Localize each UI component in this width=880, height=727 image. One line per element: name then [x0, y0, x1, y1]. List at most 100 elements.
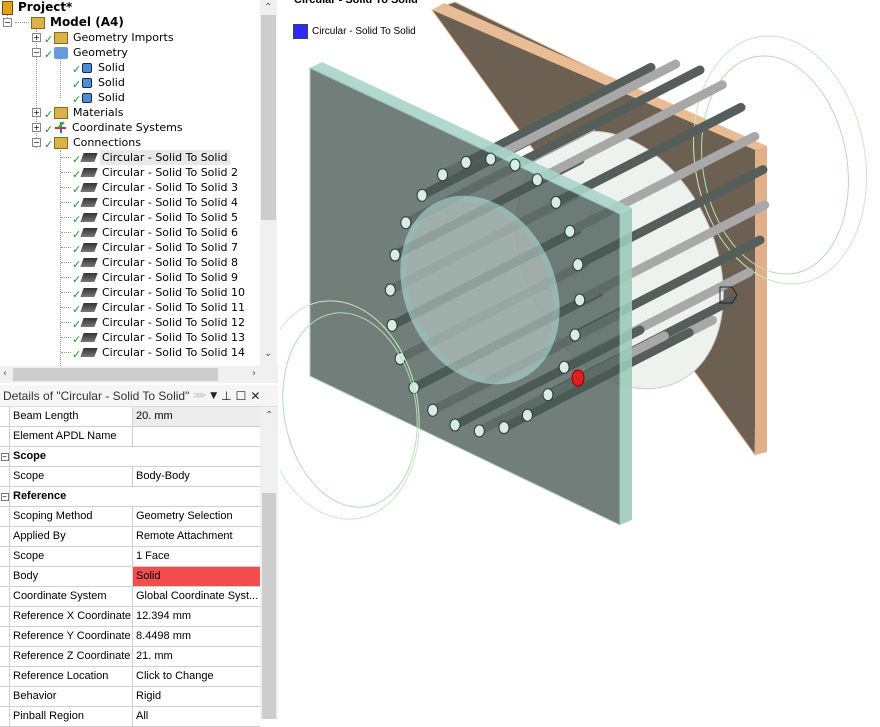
bolt-hole[interactable]	[437, 168, 449, 182]
details-section-reference[interactable]: − Reference	[0, 487, 260, 507]
tree-item-project[interactable]: Project*	[2, 0, 74, 15]
bolt-hole[interactable]	[400, 216, 412, 230]
bolt-hole[interactable]	[460, 155, 472, 169]
details-row[interactable]: Scoping Method Geometry Selection	[0, 507, 260, 527]
tree-item-connection[interactable]: ✓ Circular - Solid To Solid 11	[72, 300, 247, 316]
bolt-hole[interactable]	[564, 224, 576, 238]
graphics-viewport[interactable]: Circular - Solid To Solid Circular - Sol…	[280, 0, 880, 719]
close-icon[interactable]: ✕	[250, 389, 260, 403]
tree-scroll-thumb[interactable]	[261, 15, 276, 220]
details-row[interactable]: Scope Body-Body	[0, 467, 260, 487]
bolt-hole[interactable]	[531, 173, 543, 187]
tree-item-connection[interactable]: ✓ Circular - Solid To Solid 12	[72, 315, 247, 331]
details-row[interactable]: Coordinate System Global Coordinate Syst.…	[0, 587, 260, 607]
tree-item-connection[interactable]: ✓ Circular - Solid To Solid 8	[72, 255, 240, 271]
details-row[interactable]: Scope 1 Face	[0, 547, 260, 567]
property-value[interactable]: Click to Change	[133, 667, 260, 686]
tree-item-solid[interactable]: ✓ Solid	[72, 90, 127, 106]
bolt-hole[interactable]	[384, 283, 396, 297]
bolt-hole[interactable]	[569, 328, 581, 342]
details-row[interactable]: Beam Length 20. mm	[0, 407, 260, 427]
tree-item-coordinate-systems[interactable]: + ✓ Coordinate Systems	[32, 120, 185, 136]
property-value[interactable]: 20. mm	[133, 407, 260, 426]
tree-item-solid[interactable]: ✓ Solid	[72, 60, 127, 76]
tree-item-geometry[interactable]: − ✓ Geometry	[32, 45, 130, 61]
bolt-hole[interactable]	[550, 195, 562, 209]
bolt-hole[interactable]	[449, 418, 461, 432]
scroll-left-icon[interactable]: ‹	[3, 368, 7, 379]
scroll-right-icon[interactable]: ›	[252, 368, 256, 379]
expand-icon[interactable]: +	[32, 123, 41, 132]
bolt-hole[interactable]	[485, 152, 497, 166]
property-value[interactable]	[133, 427, 260, 446]
details-row[interactable]: Body Solid	[0, 567, 260, 587]
property-value[interactable]: 21. mm	[133, 647, 260, 666]
tree-hscroll-thumb[interactable]	[13, 368, 218, 381]
property-value[interactable]: 12.394 mm	[133, 607, 260, 626]
tree-item-materials[interactable]: + ✓ Materials	[32, 105, 125, 121]
property-value[interactable]: 8.4498 mm	[133, 627, 260, 646]
property-value[interactable]: Body-Body	[133, 467, 260, 486]
collapse-icon[interactable]: −	[32, 138, 41, 147]
property-value[interactable]: Global Coordinate Syst...	[133, 587, 260, 606]
tree-item-connection[interactable]: ✓ Circular - Solid To Solid 3	[72, 180, 240, 196]
scroll-down-icon[interactable]: ⌄	[264, 348, 272, 359]
tree-item-connection[interactable]: ✓ Circular - Solid To Solid 9	[72, 270, 240, 286]
property-value[interactable]: Rigid	[133, 687, 260, 706]
details-row[interactable]: Applied By Remote Attachment	[0, 527, 260, 547]
expand-icon[interactable]: +	[32, 33, 41, 42]
property-value[interactable]: 1 Face	[133, 547, 260, 566]
property-value[interactable]: Remote Attachment	[133, 527, 260, 546]
bolt-hole[interactable]	[542, 388, 554, 402]
bolt-hole[interactable]	[574, 293, 586, 307]
bolt-hole[interactable]	[558, 360, 570, 374]
tree-item-connection[interactable]: ✓ Circular - Solid To Solid	[72, 150, 230, 166]
model-3d-view[interactable]	[280, 0, 880, 719]
bolt-hole[interactable]	[572, 258, 584, 272]
property-value[interactable]: All	[133, 707, 260, 726]
details-row[interactable]: Behavior Rigid	[0, 687, 260, 707]
tree-item-connection[interactable]: ✓ Circular - Solid To Solid 10	[72, 285, 247, 301]
pin-icon[interactable]: ⊥	[221, 389, 231, 403]
tree-item-geometry-imports[interactable]: + ✓ Geometry Imports	[32, 30, 176, 46]
collapse-icon[interactable]: −	[3, 18, 12, 27]
details-scroll-thumb[interactable]	[262, 493, 276, 719]
maximize-icon[interactable]: ☐	[236, 389, 247, 403]
tree-item-connection[interactable]: ✓ Circular - Solid To Solid 6	[72, 225, 240, 241]
tree-item-connection[interactable]: ✓ Circular - Solid To Solid 5	[72, 210, 240, 226]
details-section-scope[interactable]: − Scope	[0, 447, 260, 467]
tree-item-model[interactable]: − Model (A4)	[3, 15, 126, 30]
bolt-hole[interactable]	[427, 403, 439, 417]
bolt-hole[interactable]	[473, 424, 485, 438]
collapse-icon[interactable]: −	[0, 487, 10, 506]
dropdown-arrow-icon[interactable]: ▼	[210, 391, 217, 401]
collapse-icon[interactable]: −	[32, 48, 41, 57]
details-row[interactable]: Reference Y Coordinate 8.4498 mm	[0, 627, 260, 647]
tree-item-connection[interactable]: ✓ Circular - Solid To Solid 13	[72, 330, 247, 346]
tree-item-connection[interactable]: ✓ Circular - Solid To Solid 4	[72, 195, 240, 211]
details-row[interactable]: Reference X Coordinate 12.394 mm	[0, 607, 260, 627]
details-row[interactable]: Reference Z Coordinate 21. mm	[0, 647, 260, 667]
bolt-hole[interactable]	[416, 188, 428, 202]
bolt-hole[interactable]	[386, 318, 398, 332]
tree-item-connection[interactable]: ✓ Circular - Solid To Solid 2	[72, 165, 240, 181]
details-row[interactable]: Pinball Region All	[0, 707, 260, 727]
collapse-icon[interactable]: −	[0, 447, 10, 466]
tree-item-solid[interactable]: ✓ Solid	[72, 75, 127, 91]
bolt-hole[interactable]	[509, 158, 521, 172]
scroll-up-icon[interactable]: ⌃	[265, 410, 273, 421]
drag-grip-icon[interactable]: ⋙	[193, 391, 206, 401]
bolt-hole[interactable]	[498, 421, 510, 435]
tree-item-connections[interactable]: − ✓ Connections	[32, 135, 143, 151]
property-value[interactable]: Geometry Selection	[133, 507, 260, 526]
bolt-hole[interactable]	[389, 248, 401, 262]
expand-icon[interactable]: +	[32, 108, 41, 117]
tree-item-connection[interactable]: ✓ Circular - Solid To Solid 7	[72, 240, 240, 256]
tree-item-connection[interactable]: ✓ Circular - Solid To Solid 14	[72, 345, 247, 361]
details-row[interactable]: Element APDL Name	[0, 427, 260, 447]
scroll-up-icon[interactable]: ⌃	[264, 2, 272, 13]
property-value[interactable]: Solid	[133, 567, 260, 586]
bolt-hole[interactable]	[521, 408, 533, 422]
details-row[interactable]: Reference Location Click to Change	[0, 667, 260, 687]
selected-face-marker[interactable]	[571, 369, 585, 387]
